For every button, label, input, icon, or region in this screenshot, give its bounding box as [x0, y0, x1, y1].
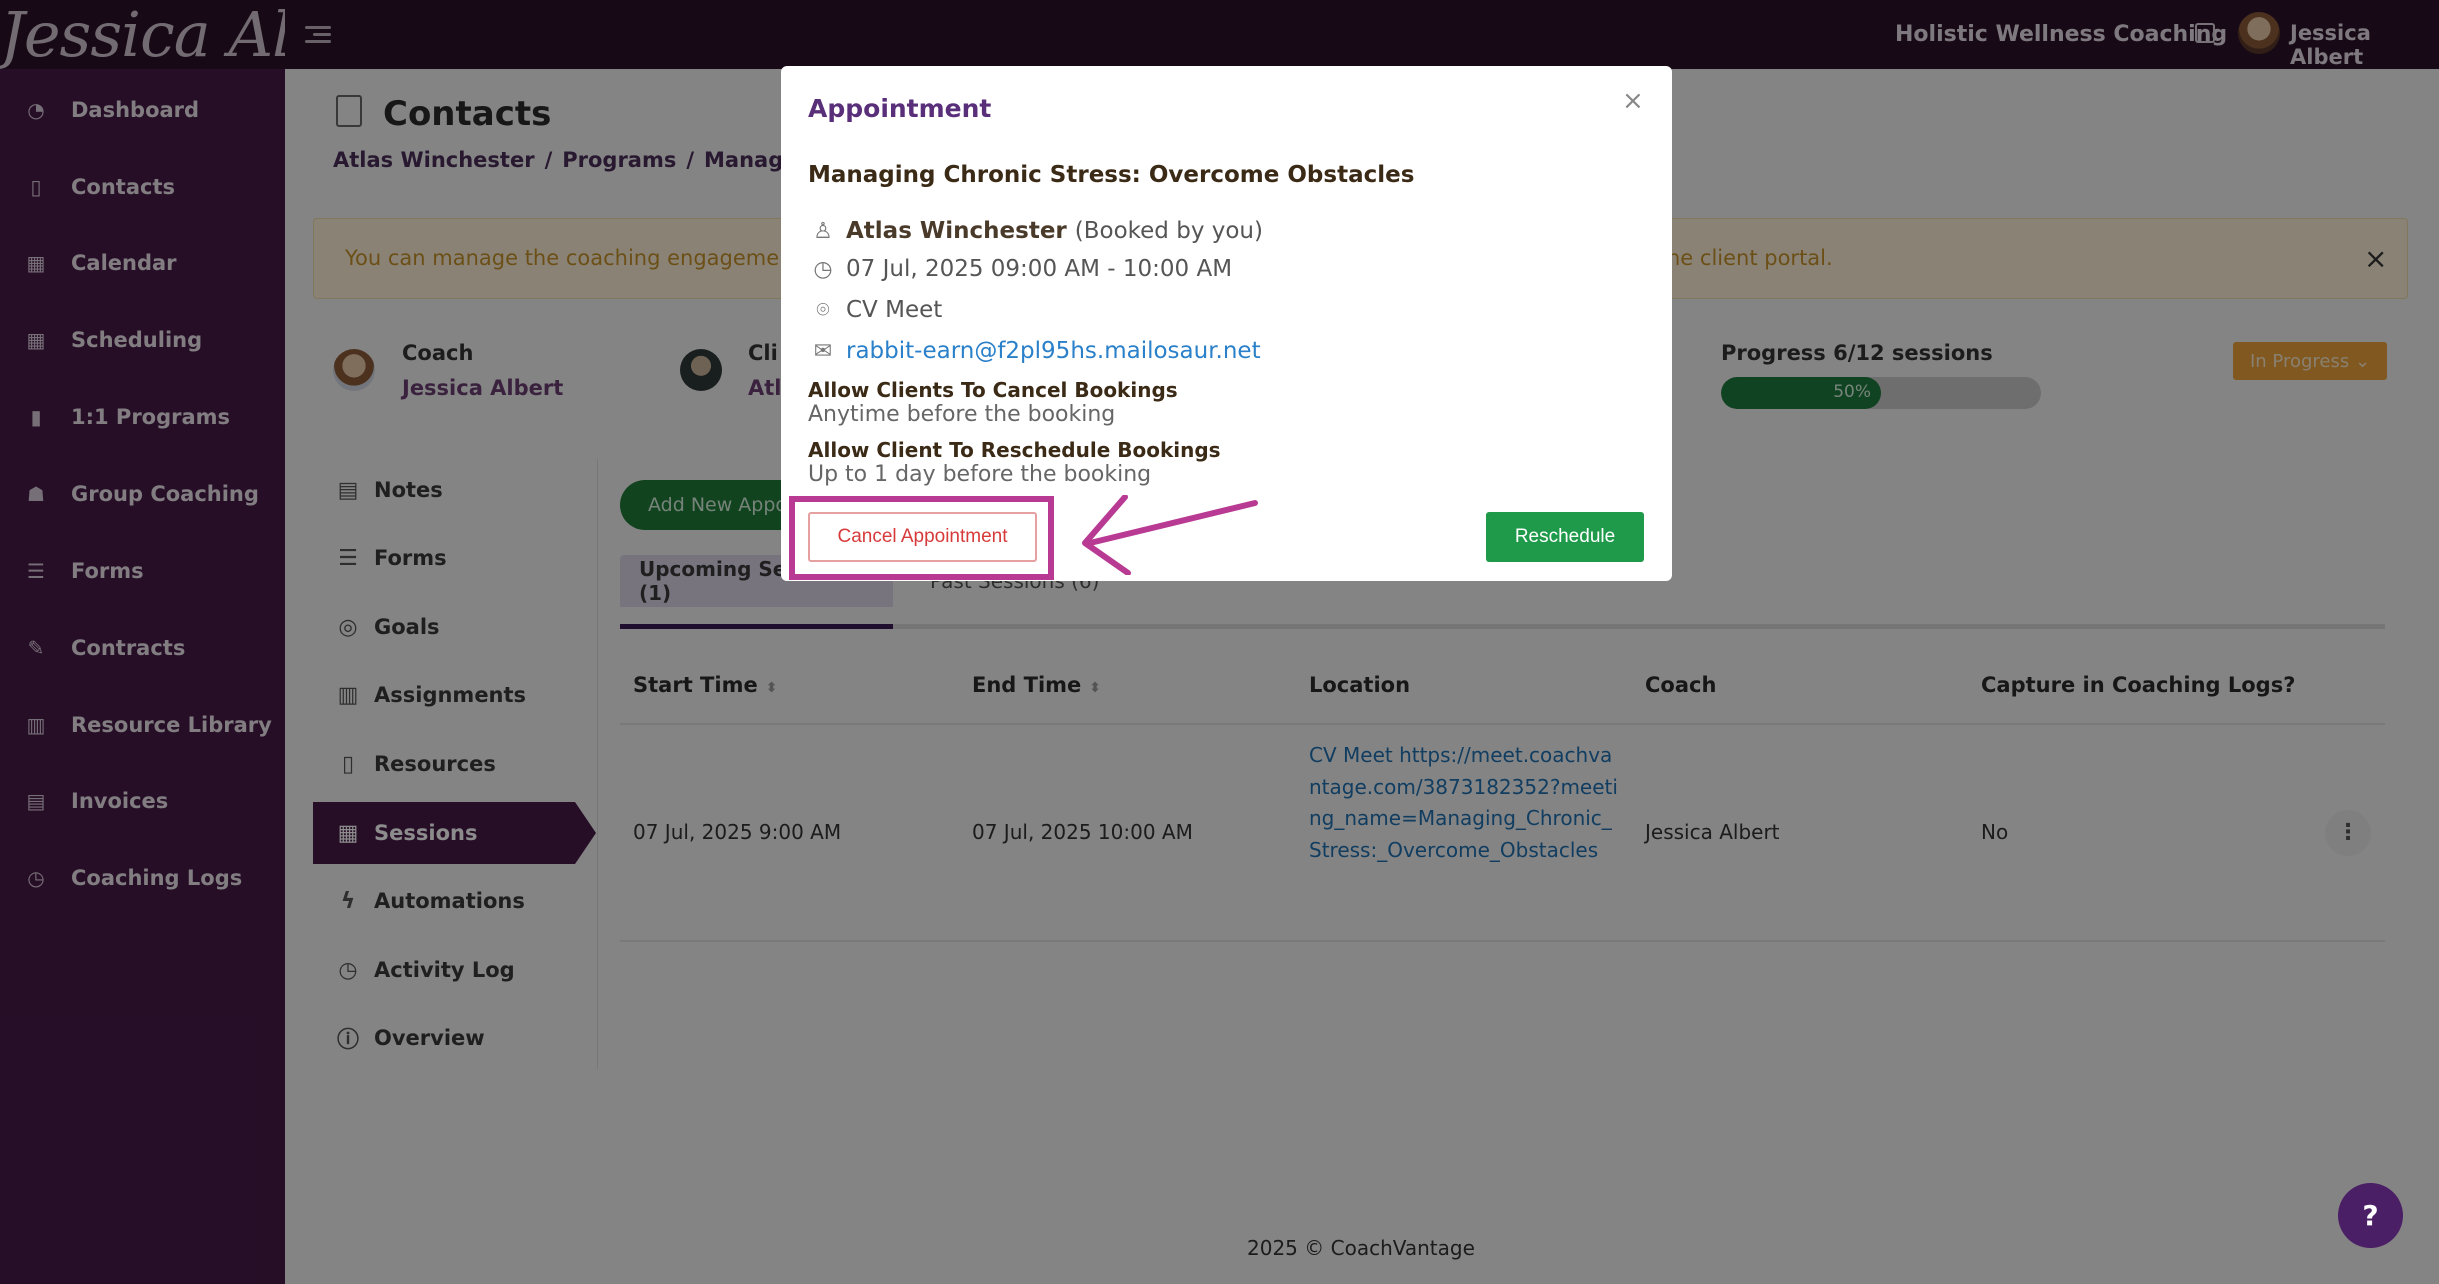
booked-by: (Booked by you) [1074, 218, 1263, 244]
datetime-text: 07 Jul, 2025 09:00 AM - 10:00 AM [846, 256, 1233, 282]
appointment-datetime: ◷ 07 Jul, 2025 09:00 AM - 10:00 AM [808, 256, 1232, 282]
email-link[interactable]: rabbit-earn@f2pl95hs.mailosaur.net [846, 338, 1261, 364]
appointment-client: ♙ Atlas Winchester (Booked by you) [808, 218, 1263, 244]
envelope-icon: ✉ [813, 338, 833, 364]
reschedule-policy-value: Up to 1 day before the booking [808, 462, 1152, 487]
location-pin-icon: ⌾ [816, 297, 830, 323]
reschedule-policy-label: Allow Client To Reschedule Bookings [808, 438, 1221, 462]
location-text: CV Meet [846, 297, 943, 323]
annotation-highlight-box [789, 496, 1054, 580]
modal-title: Appointment [808, 94, 992, 123]
help-button[interactable]: ? [2338, 1183, 2403, 1248]
reschedule-button[interactable]: Reschedule [1486, 512, 1644, 562]
cancel-policy-label: Allow Clients To Cancel Bookings [808, 378, 1178, 402]
cancel-policy-value: Anytime before the booking [808, 402, 1116, 427]
appointment-location: ⌾ CV Meet [808, 297, 942, 323]
annotation-arrow [1082, 495, 1258, 575]
clock-icon: ◷ [813, 256, 833, 282]
appointment-heading: Managing Chronic Stress: Overcome Obstac… [808, 162, 1415, 188]
client-name: Atlas Winchester [846, 218, 1067, 244]
person-icon: ♙ [813, 218, 833, 244]
appointment-email: ✉ rabbit-earn@f2pl95hs.mailosaur.net [808, 338, 1261, 364]
close-icon[interactable]: × [1622, 86, 1644, 116]
